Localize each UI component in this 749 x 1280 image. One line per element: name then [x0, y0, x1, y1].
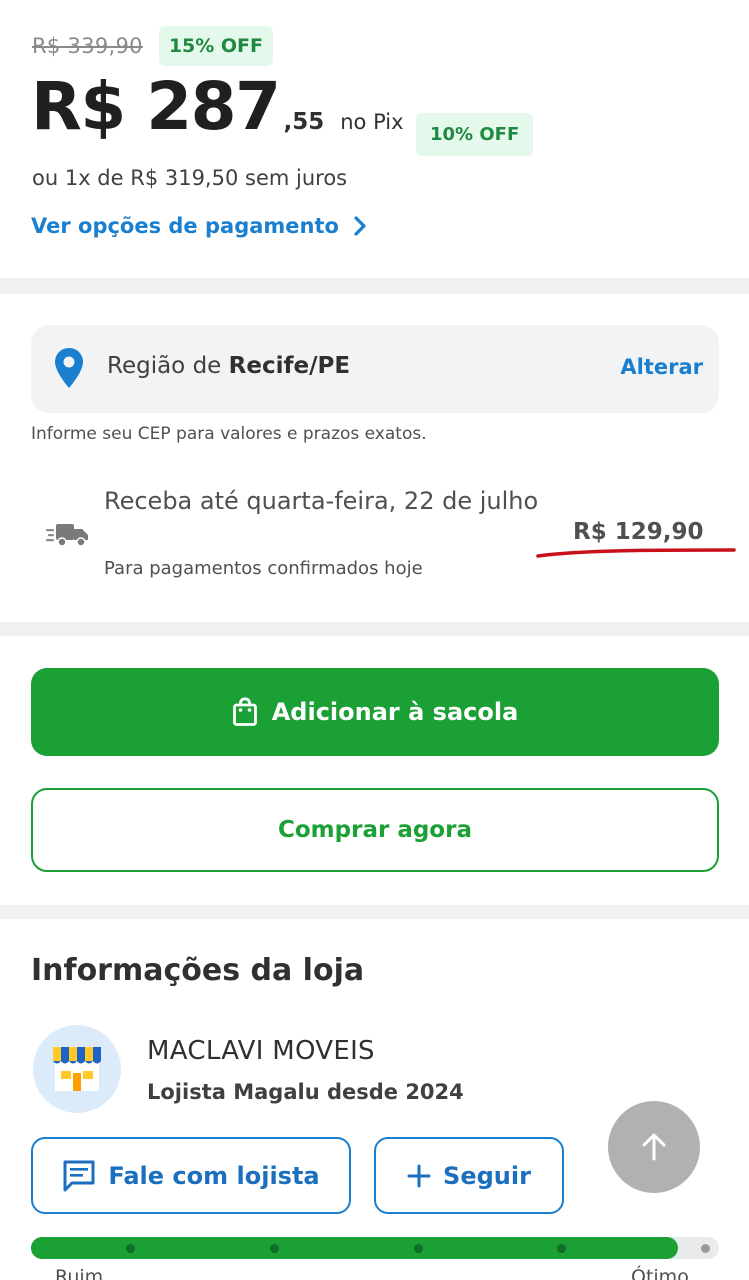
payment-options-link[interactable]: Ver opções de pagamento — [31, 214, 367, 238]
discount-badge: 15% OFF — [158, 26, 274, 66]
payment-options-label: Ver opções de pagamento — [31, 214, 339, 238]
region-selector[interactable]: Região de Recife/PE Alterar — [31, 325, 719, 413]
delivery-condition: Para pagamentos confirmados hoje — [104, 558, 423, 579]
price-cents: ,55 — [283, 109, 325, 135]
cep-info-text: Informe seu CEP para valores e prazos ex… — [31, 424, 427, 444]
old-price-row: R$ 339,90 15% OFF — [32, 26, 274, 66]
rating-segment-dot — [270, 1244, 279, 1253]
store-since: Lojista Magalu desde 2024 — [147, 1080, 464, 1104]
plus-icon — [407, 1164, 431, 1187]
location-pin-icon — [55, 348, 83, 388]
add-to-bag-label: Adicionar à sacola — [271, 698, 519, 726]
section-divider — [0, 905, 749, 919]
chat-label: Fale com lojista — [108, 1161, 320, 1190]
region-text: Região de Recife/PE — [107, 353, 350, 379]
follow-label: Seguir — [443, 1161, 531, 1190]
section-divider — [0, 278, 749, 294]
buy-now-button[interactable]: Comprar agora — [31, 788, 719, 872]
chevron-right-icon — [354, 216, 366, 236]
red-underline-annotation — [536, 548, 736, 558]
region-prefix: Região de — [107, 353, 222, 379]
rating-segment-dot — [126, 1244, 135, 1253]
shipping-price: R$ 129,90 — [573, 519, 704, 545]
follow-store-button[interactable]: Seguir — [374, 1137, 564, 1214]
rating-label-high: Ótimo — [631, 1266, 689, 1280]
delivery-estimate: Receba até quarta-feira, 22 de julho — [104, 487, 539, 515]
rating-segment-dot — [414, 1244, 423, 1253]
scroll-to-top-button[interactable] — [608, 1101, 700, 1193]
section-divider — [0, 622, 749, 636]
store-avatar[interactable] — [33, 1025, 121, 1113]
price-row: R$ 287 ,55 no Pix — [31, 74, 404, 140]
chat-with-seller-button[interactable]: Fale com lojista — [31, 1137, 351, 1214]
pix-discount-badge: 10% OFF — [416, 113, 534, 156]
rating-label-low: Ruim — [55, 1266, 104, 1280]
old-price: R$ 339,90 — [32, 34, 143, 58]
installments-text: ou 1x de R$ 319,50 sem juros — [32, 166, 348, 190]
buy-now-label: Comprar agora — [278, 817, 472, 843]
chat-icon — [63, 1160, 95, 1191]
price-integer: R$ 287 — [31, 68, 281, 145]
store-info-heading: Informações da loja — [31, 953, 365, 988]
product-page: R$ 339,90 15% OFF R$ 287 ,55 no Pix 10% … — [0, 0, 749, 1280]
change-region-button[interactable]: Alterar — [620, 355, 703, 379]
arrow-up-icon — [642, 1133, 666, 1161]
store-name[interactable]: MACLAVI MOVEIS — [147, 1036, 375, 1066]
shopping-bag-icon — [232, 697, 257, 726]
add-to-bag-button[interactable]: Adicionar à sacola — [31, 668, 719, 756]
rating-segment-dot — [701, 1244, 710, 1253]
store-icon — [53, 1047, 101, 1091]
pix-label: no Pix — [340, 110, 404, 134]
rating-segment-dot — [557, 1244, 566, 1253]
region-city: Recife/PE — [228, 353, 351, 379]
truck-icon — [46, 524, 88, 547]
store-rating-bar — [31, 1237, 719, 1259]
